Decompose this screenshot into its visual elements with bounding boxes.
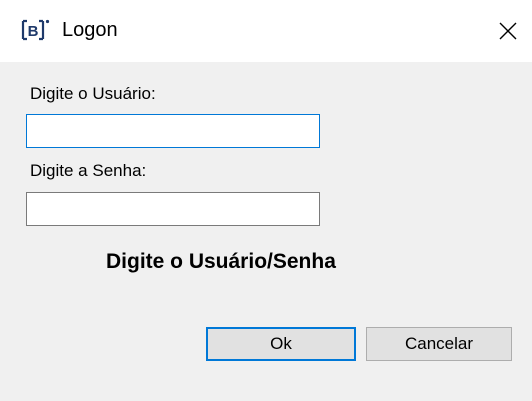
window-title: Logon [62, 19, 118, 41]
password-input[interactable] [26, 192, 320, 226]
password-label: Digite a Senha: [30, 161, 147, 180]
user-label: Digite o Usuário: [30, 84, 156, 103]
user-input[interactable] [26, 114, 320, 148]
close-button[interactable] [488, 12, 528, 50]
logon-dialog: B Logon Digite o Usuário: Digite a Senha… [0, 0, 532, 401]
cancel-button-label: Cancelar [404, 334, 474, 353]
close-icon [499, 22, 517, 40]
ok-button-label: Ok [270, 334, 292, 353]
ok-button[interactable]: Ok [206, 327, 356, 361]
cancel-button[interactable]: Cancelar [366, 327, 512, 361]
b3-logo-icon: B [21, 19, 50, 41]
svg-text:B: B [28, 23, 39, 40]
status-message: Digite o Usuário/Senha [106, 250, 336, 273]
title-bar[interactable]: B Logon [0, 0, 532, 62]
